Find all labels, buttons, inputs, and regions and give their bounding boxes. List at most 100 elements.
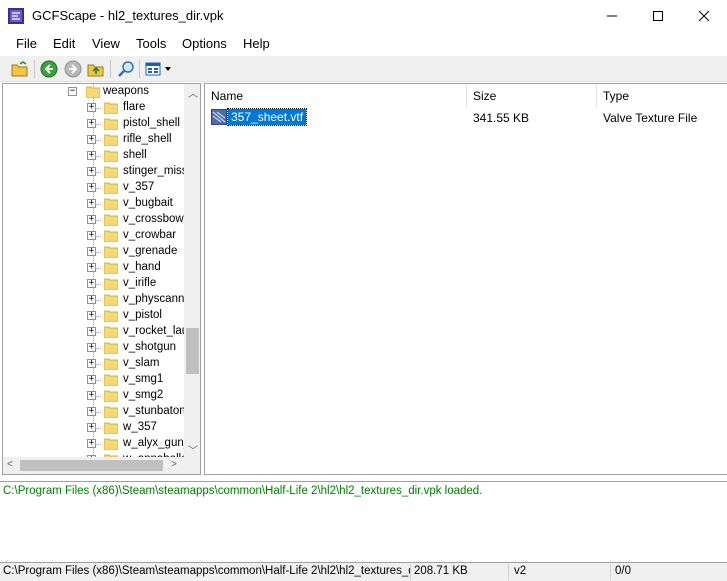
folder-icon xyxy=(104,262,118,274)
title-bar: GCFScape - hl2_textures_dir.vpk xyxy=(0,0,727,32)
tree-item-weapons[interactable]: − weapons xyxy=(3,84,183,100)
expand-icon[interactable]: + xyxy=(87,439,96,448)
folder-icon xyxy=(104,198,118,210)
forward-icon xyxy=(64,60,82,78)
menu-edit[interactable]: Edit xyxy=(51,36,77,51)
file-name[interactable]: 357_sheet.vtf xyxy=(226,108,308,126)
menu-file[interactable]: File xyxy=(14,36,39,51)
file-size: 341.55 KB xyxy=(473,111,530,125)
tree-item-v-smg1[interactable]: + v_smg1 xyxy=(3,372,183,388)
expand-icon[interactable]: + xyxy=(87,135,96,144)
status-count: 0/0 xyxy=(615,565,631,577)
log-message: C:\Program Files (x86)\Steam\steamapps\c… xyxy=(3,485,483,497)
expand-icon[interactable]: + xyxy=(87,407,96,416)
tree-item-v-shotgun[interactable]: + v_shotgun xyxy=(3,340,183,356)
tree-item-v-slam[interactable]: + v_slam xyxy=(3,356,183,372)
tree-item-v-stunbaton[interactable]: + v_stunbaton xyxy=(3,404,186,420)
scroll-down-icon[interactable]: ﹀ xyxy=(188,442,198,457)
expand-icon[interactable]: + xyxy=(87,327,96,336)
folder-tree[interactable]: − weapons + flare + pistol_shell + rifle_shell +… xyxy=(2,83,201,475)
folder-icon xyxy=(104,214,118,226)
tree-hscroll-thumb[interactable] xyxy=(20,460,163,471)
expand-icon[interactable]: + xyxy=(87,343,96,352)
tree-item-v-hand[interactable]: + v_hand xyxy=(3,260,183,276)
tree-item-v-357[interactable]: + v_357 xyxy=(3,180,183,196)
back-button[interactable] xyxy=(39,59,59,79)
expand-icon[interactable]: + xyxy=(87,199,96,208)
open-button[interactable] xyxy=(10,59,30,79)
folder-icon xyxy=(104,358,118,370)
menu-options[interactable]: Options xyxy=(180,36,229,51)
menu-bar: File Edit View Tools Options Help xyxy=(0,32,727,56)
column-header-type[interactable]: Type xyxy=(597,84,727,108)
tree-horizontal-scrollbar[interactable]: < > xyxy=(3,457,184,474)
maximize-icon xyxy=(653,11,663,21)
expand-icon[interactable]: + xyxy=(87,247,96,256)
tree-item-flare[interactable]: + flare xyxy=(3,100,183,116)
log-console[interactable]: C:\Program Files (x86)\Steam\steamapps\c… xyxy=(0,481,727,563)
tree-item-label: v_physcanno xyxy=(123,293,191,305)
tree-item-label: v_stunbaton xyxy=(123,405,186,417)
menu-tools[interactable]: Tools xyxy=(134,36,168,51)
column-header-size[interactable]: Size xyxy=(467,84,597,108)
expand-icon[interactable]: + xyxy=(87,263,96,272)
expand-icon[interactable]: + xyxy=(87,279,96,288)
tree-item-rifle-shell[interactable]: + rifle_shell xyxy=(3,132,183,148)
collapse-icon[interactable]: − xyxy=(68,87,77,96)
expand-icon[interactable]: + xyxy=(87,215,96,224)
expand-icon[interactable]: + xyxy=(87,375,96,384)
expand-icon[interactable]: + xyxy=(87,167,96,176)
scroll-right-icon[interactable]: > xyxy=(171,459,177,470)
tree-item-label: v_shotgun xyxy=(123,341,177,353)
find-button[interactable] xyxy=(116,59,136,79)
expand-icon[interactable]: + xyxy=(87,359,96,368)
tree-item-label: v_grenade xyxy=(123,245,178,257)
file-list[interactable]: Name Size Type 357_sheet.vtf 341.55 KB V… xyxy=(204,83,727,475)
tree-item-stinger-missil[interactable]: + stinger_missil xyxy=(3,164,193,180)
column-header-name[interactable]: Name xyxy=(205,84,467,108)
tree-item-v-bugbait[interactable]: + v_bugbait xyxy=(3,196,183,212)
expand-icon[interactable]: + xyxy=(87,183,96,192)
expand-icon[interactable]: + xyxy=(87,151,96,160)
expand-icon[interactable]: + xyxy=(87,119,96,128)
tree-item-v-pistol[interactable]: + v_pistol xyxy=(3,308,183,324)
view-mode-button[interactable] xyxy=(144,59,174,79)
expand-icon[interactable]: + xyxy=(87,311,96,320)
expand-icon[interactable]: + xyxy=(87,103,96,112)
tree-item-w-357[interactable]: + w_357 xyxy=(3,420,183,436)
close-button[interactable] xyxy=(681,0,727,32)
folder-icon xyxy=(104,374,118,386)
folder-icon xyxy=(104,182,118,194)
gcfscape-app-icon xyxy=(8,8,24,24)
tree-item-label: shell xyxy=(123,149,147,161)
folder-icon xyxy=(104,438,118,450)
tree-item-shell[interactable]: + shell xyxy=(3,148,183,164)
tree-item-v-crossbow[interactable]: + v_crossbow xyxy=(3,212,184,228)
tree-item-v-crowbar[interactable]: + v_crowbar xyxy=(3,228,183,244)
tree-item-w-alyx-gun-[interactable]: + w_alyx_gun_ xyxy=(3,436,190,452)
tree-vscroll-thumb[interactable] xyxy=(186,328,199,374)
tree-item-label: v_smg1 xyxy=(123,373,164,385)
tree-vertical-scrollbar[interactable]: ︿ ﹀ xyxy=(184,84,200,457)
minimize-button[interactable] xyxy=(589,0,635,32)
menu-help[interactable]: Help xyxy=(241,36,272,51)
expand-icon[interactable]: + xyxy=(87,391,96,400)
maximize-button[interactable] xyxy=(635,0,681,32)
tree-item-label: v_slam xyxy=(123,357,160,369)
menu-view[interactable]: View xyxy=(90,36,122,51)
forward-button[interactable] xyxy=(63,59,83,79)
tree-item-v-physcanno[interactable]: + v_physcanno xyxy=(3,292,191,308)
scroll-left-icon[interactable]: < xyxy=(7,459,13,470)
up-folder-button[interactable] xyxy=(86,59,106,79)
tree-item-v-irifle[interactable]: + v_irifle xyxy=(3,276,183,292)
folder-icon xyxy=(104,342,118,354)
folder-icon xyxy=(104,422,118,434)
tree-item-v-smg2[interactable]: + v_smg2 xyxy=(3,388,183,404)
tree-item-pistol-shell[interactable]: + pistol_shell xyxy=(3,116,183,132)
tree-item-v-grenade[interactable]: + v_grenade xyxy=(3,244,183,260)
scroll-up-icon[interactable]: ︿ xyxy=(188,85,198,100)
expand-icon[interactable]: + xyxy=(87,231,96,240)
expand-icon[interactable]: + xyxy=(87,423,96,432)
tree-item-v-rocket-lau[interactable]: + v_rocket_lau xyxy=(3,324,188,340)
expand-icon[interactable]: + xyxy=(87,295,96,304)
